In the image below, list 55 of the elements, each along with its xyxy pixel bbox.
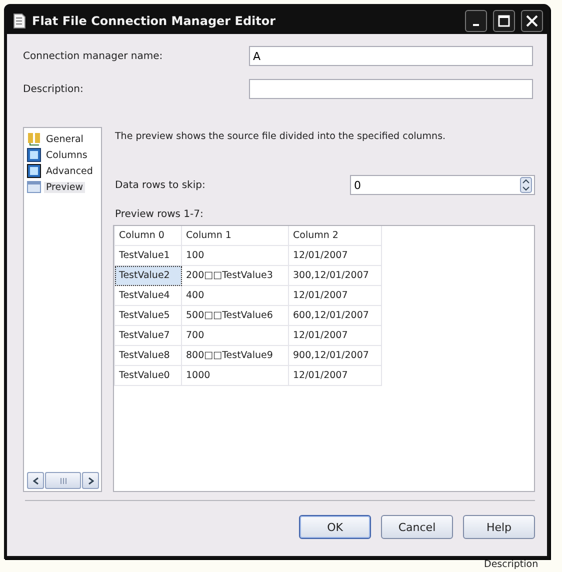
text-field[interactable]: A <box>249 46 533 66</box>
table-cell: 600,12/01/2007 <box>288 306 382 326</box>
table-cell: TestValue2 <box>114 266 182 286</box>
field-label: Connection manager name: <box>23 50 164 62</box>
maximize-icon <box>498 14 510 26</box>
table-cell: 12/01/2007 <box>288 326 382 346</box>
scroll-right-button[interactable] <box>82 472 99 489</box>
text-field[interactable] <box>249 79 533 99</box>
spin-arrows-icon[interactable] <box>520 177 532 193</box>
window-title: Flat File Connection Manager Editor <box>32 14 277 28</box>
table-cell: TestValue0 <box>114 366 182 386</box>
table-cell: 900,12/01/2007 <box>288 346 382 366</box>
column-header: Column 0 <box>114 226 182 246</box>
table-cell: TestValue7 <box>114 326 182 346</box>
table-cell: 100 <box>182 246 288 266</box>
table-cell: 12/01/2007 <box>288 246 382 266</box>
description-text: The preview shows the source file divided into the specified columns. <box>115 131 447 142</box>
table-icon <box>27 180 41 194</box>
page-list-item[interactable]: General <box>44 134 86 144</box>
table-cell: 300,12/01/2007 <box>288 266 382 286</box>
background-text: Description <box>484 559 538 570</box>
dialog-button[interactable]: Cancel <box>381 515 453 539</box>
table-cell: 1000 <box>182 366 288 386</box>
page-list-item[interactable]: Preview <box>44 182 85 192</box>
number-field[interactable]: 0 <box>350 175 535 195</box>
table-icon <box>27 148 41 162</box>
dialog-button[interactable]: OK <box>299 515 371 539</box>
scroll-left-button[interactable] <box>27 472 44 489</box>
dialog-button[interactable]: Help <box>463 515 535 539</box>
field-label: Data rows to skip: <box>115 180 206 190</box>
document-icon <box>13 12 26 28</box>
column-header: Column 1 <box>182 226 288 246</box>
table-icon <box>27 164 41 178</box>
table-cell: 700 <box>182 326 288 346</box>
maximize-button[interactable] <box>493 10 515 32</box>
section-label: Preview rows 1-7: <box>115 209 204 220</box>
table-cell: TestValue8 <box>114 346 182 366</box>
close-icon <box>526 14 538 26</box>
column-header: Column 2 <box>288 226 382 246</box>
table-cell: TestValue4 <box>114 286 182 306</box>
minimize-icon <box>473 24 479 26</box>
table-cell: 800□□TestValue9 <box>182 346 288 366</box>
grip-icon <box>60 478 66 484</box>
table-cell: 200□□TestValue3 <box>182 266 288 286</box>
table-cell: 12/01/2007 <box>288 366 382 386</box>
table-cell: 12/01/2007 <box>288 286 382 306</box>
scroll-thumb[interactable] <box>45 472 81 489</box>
table-cell: 400 <box>182 286 288 306</box>
page-list-item[interactable]: Advanced <box>44 166 95 176</box>
page-list-item[interactable]: Columns <box>44 150 90 160</box>
table-cell: TestValue5 <box>114 306 182 326</box>
close-button[interactable] <box>521 10 543 32</box>
minimize-button[interactable] <box>465 10 487 32</box>
field-label: Description: <box>23 84 84 94</box>
table-cell: 500□□TestValue6 <box>182 306 288 326</box>
